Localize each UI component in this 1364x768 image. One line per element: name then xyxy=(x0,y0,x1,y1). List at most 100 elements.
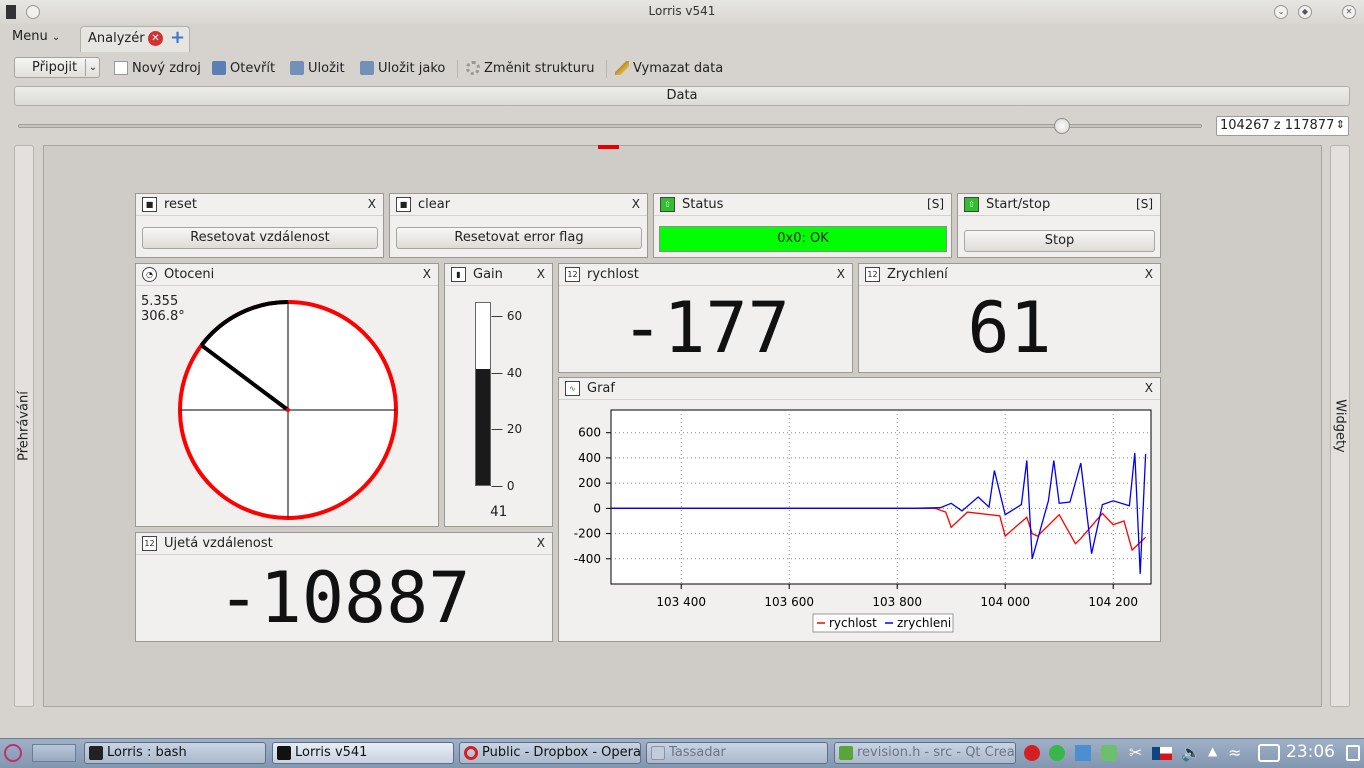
widget-header[interactable]: ▮ Gain X xyxy=(445,264,552,286)
start-menu-icon[interactable] xyxy=(4,744,22,762)
close-widget-button[interactable]: X xyxy=(537,267,545,281)
close-widget-button[interactable]: X xyxy=(368,197,376,211)
tab-row: Menu ⌄ Analyzér ✕ + xyxy=(0,24,1364,52)
data-section-header[interactable]: Data xyxy=(14,86,1350,106)
clear-data-button[interactable]: Vymazat data xyxy=(615,57,723,79)
widget-header[interactable]: 12 Zrychlení X xyxy=(859,264,1160,286)
task-label: Lorris : bash xyxy=(107,745,187,760)
speed-value: -177 xyxy=(621,287,790,369)
volume-icon[interactable]: 🔈 xyxy=(1181,743,1201,762)
close-widget-button[interactable]: X xyxy=(537,536,545,550)
reset-error-flag-button[interactable]: Resetovat error flag xyxy=(396,227,642,249)
rotation-circle xyxy=(178,300,398,520)
reset-widget: ■ reset X Resetovat vzdálenost xyxy=(135,193,384,258)
widget-title: Gain xyxy=(473,267,503,282)
reset-distance-button[interactable]: Resetovat vzdálenost xyxy=(142,227,378,249)
rotation-center xyxy=(286,408,290,412)
script-mode-button[interactable]: [S] xyxy=(1136,197,1153,211)
opera-icon xyxy=(464,746,478,760)
tab-label: Analyzér xyxy=(88,31,145,46)
dropbox-icon[interactable] xyxy=(1075,745,1091,761)
task-tassadar[interactable]: Tassadar xyxy=(646,742,828,764)
task-terminal[interactable]: Lorris : bash xyxy=(84,742,266,764)
scissors-icon[interactable]: ✂ xyxy=(1129,743,1142,762)
window-title: Lorris v541 xyxy=(648,4,716,18)
widget-title: Zrychlení xyxy=(887,267,948,282)
playback-side-tab[interactable]: Přehrávání xyxy=(14,145,34,707)
close-window-button[interactable]: ✕ xyxy=(1342,5,1356,19)
stop-button[interactable]: Stop xyxy=(964,230,1155,252)
title-bar: Lorris v541 ⌄ ◆ ✕ xyxy=(0,0,1364,24)
gain-tick: — 0 xyxy=(491,479,515,493)
open-button[interactable]: Otevřít xyxy=(212,57,275,79)
widget-header[interactable]: ■ reset X xyxy=(136,194,383,216)
clock[interactable]: 23:06 xyxy=(1286,742,1335,762)
task-lorris[interactable]: Lorris v541 xyxy=(272,742,454,764)
close-widget-button[interactable]: X xyxy=(423,267,431,281)
widgets-side-tab[interactable]: Widgety xyxy=(1330,145,1350,707)
widget-title: Graf xyxy=(587,381,615,396)
tray-sync-icon[interactable] xyxy=(1101,745,1117,761)
gain-bar xyxy=(475,302,491,486)
change-structure-button[interactable]: Změnit strukturu xyxy=(466,57,595,79)
widget-header[interactable]: ⇧ Start/stop [S] xyxy=(958,194,1160,216)
gain-tick: — 20 xyxy=(491,422,523,437)
widget-header[interactable]: ∿ Graf X xyxy=(559,378,1160,400)
widget-header[interactable]: 12 Ujetá vzdálenost X xyxy=(136,533,552,555)
x-tick-label: 104 000 xyxy=(980,595,1030,609)
add-tab-icon[interactable]: + xyxy=(170,27,185,48)
tray-app-icon[interactable] xyxy=(1024,745,1040,761)
clear-data-label: Vymazat data xyxy=(633,60,724,76)
number-widget-icon: 12 xyxy=(565,267,580,282)
chevron-down-icon[interactable]: ⌄ xyxy=(85,59,100,76)
save-label: Uložit xyxy=(308,60,345,76)
desktop-pager[interactable] xyxy=(32,744,76,762)
task-label: Public - Dropbox - Opera xyxy=(482,745,641,760)
widget-title: Start/stop xyxy=(986,197,1051,212)
x-tick-label: 103 400 xyxy=(656,595,706,609)
minimize-button[interactable]: ⌄ xyxy=(1274,5,1288,19)
battery-icon[interactable] xyxy=(1258,744,1280,762)
toolbar: Připojit ⌄ Nový zdroj Otevřít Uložit Ulo… xyxy=(0,52,1364,82)
script-mode-button[interactable]: [S] xyxy=(927,197,944,211)
tray-check-icon[interactable] xyxy=(1049,745,1065,761)
tray-expand-icon[interactable]: ▲ xyxy=(1208,744,1217,758)
close-widget-button[interactable]: X xyxy=(837,267,845,281)
task-qtcreator[interactable]: revision.h - src - Qt Crea xyxy=(834,742,1016,764)
slider-handle[interactable] xyxy=(1054,118,1070,134)
playback-slider[interactable] xyxy=(18,124,1202,128)
close-tab-icon[interactable]: ✕ xyxy=(148,31,163,46)
number-widget-icon: 12 xyxy=(142,536,157,551)
widget-header[interactable]: 12 rychlost X xyxy=(559,264,852,286)
acceleration-value: 61 xyxy=(967,287,1052,369)
widget-header[interactable]: ■ clear X xyxy=(390,194,647,216)
connect-button[interactable]: Připojit ⌄ xyxy=(14,57,100,78)
broom-icon xyxy=(615,61,629,75)
maximize-button[interactable]: ◆ xyxy=(1298,5,1312,19)
wifi-icon[interactable]: ≈ xyxy=(1228,743,1241,762)
menu-button[interactable]: Menu ⌄ xyxy=(12,29,60,44)
save-button[interactable]: Uložit xyxy=(290,57,345,79)
widget-header[interactable]: ⇧ Status [S] xyxy=(654,194,951,216)
close-widget-button[interactable]: X xyxy=(1145,267,1153,281)
save-as-button[interactable]: Uložit jako xyxy=(360,57,445,79)
widget-title: Ujetá vzdálenost xyxy=(164,536,273,551)
new-source-button[interactable]: Nový zdroj xyxy=(114,57,201,79)
close-widget-button[interactable]: X xyxy=(632,197,640,211)
task-opera[interactable]: Public - Dropbox - Opera xyxy=(459,742,641,764)
chevron-down-icon: ⌄ xyxy=(51,32,61,43)
graph-plot[interactable]: 103 400 103 600 103 800 104 000 104 200 600 40… xyxy=(559,402,1160,642)
position-spinbox[interactable]: 104267 z 117877 ⇕ xyxy=(1216,116,1349,136)
widgets-side-label: Widgety xyxy=(1332,399,1348,453)
legend-label: zrychleni xyxy=(897,616,951,630)
y-tick-label: 200 xyxy=(578,476,601,490)
widget-header[interactable]: ◔ Otoceni X xyxy=(136,264,438,286)
keyboard-layout-icon[interactable] xyxy=(1152,747,1172,760)
chat-icon xyxy=(651,746,665,760)
workspace-marker xyxy=(598,145,619,149)
spin-arrows-icon[interactable]: ⇕ xyxy=(1336,118,1345,131)
close-widget-button[interactable]: X xyxy=(1145,381,1153,395)
lorris-icon xyxy=(277,746,291,760)
connect-label: Připojit xyxy=(32,60,78,75)
show-desktop-icon[interactable] xyxy=(1346,745,1360,761)
